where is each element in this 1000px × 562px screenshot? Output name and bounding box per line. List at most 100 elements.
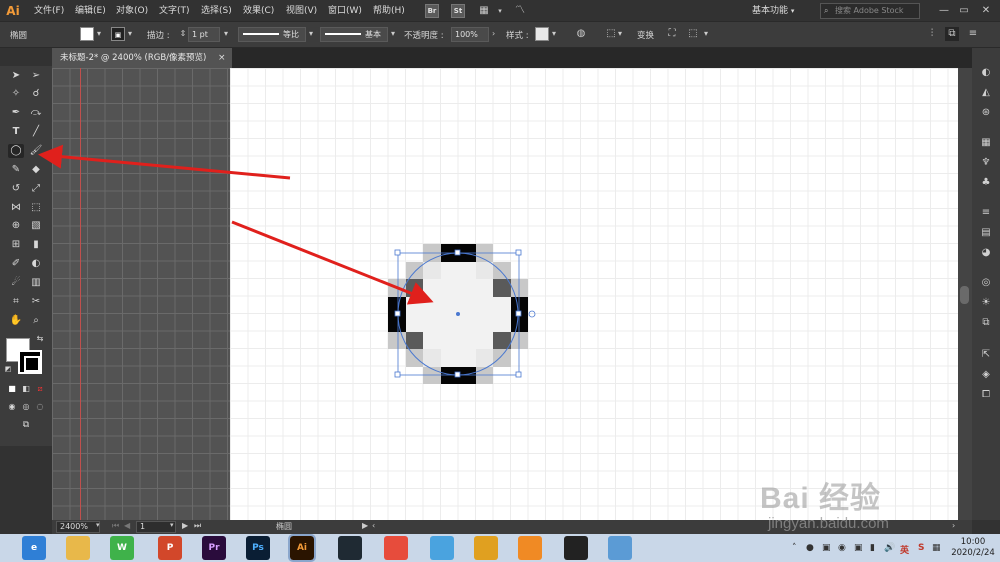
default-colors-icon[interactable]: ◩ — [0, 362, 16, 376]
opacity-field[interactable]: 100% — [451, 27, 489, 42]
chevron-down-icon[interactable]: ▾ — [492, 3, 508, 19]
width-icon[interactable]: ⋈ — [8, 201, 24, 215]
menu-window[interactable]: 窗口(W) — [328, 4, 362, 18]
align-panel-icon[interactable]: ⫶ — [925, 27, 939, 41]
graph-icon[interactable]: ▥ — [28, 276, 44, 290]
screen-mode-icon[interactable]: ⧉ — [18, 418, 34, 432]
sogou-icon[interactable]: S — [918, 543, 924, 553]
workspace-switcher[interactable]: 基本功能 ▾ — [752, 3, 810, 19]
taskbar-app-browser[interactable] — [518, 536, 542, 560]
rotate-icon[interactable]: ↺ — [8, 182, 24, 196]
next-artboard-icon[interactable]: ▶ — [182, 521, 188, 530]
first-artboard-icon[interactable]: ⏮ — [112, 521, 119, 531]
line-icon[interactable]: ╱ — [28, 125, 44, 139]
last-artboard-icon[interactable]: ⏭ — [194, 521, 201, 531]
export-icon[interactable]: ⇱ — [979, 348, 993, 362]
taskbar-app-file-explorer[interactable] — [66, 536, 90, 560]
bridge-button[interactable]: Br — [425, 4, 439, 18]
lasso-icon[interactable]: ☌ — [28, 87, 44, 101]
scrollbar-thumb[interactable] — [960, 286, 969, 304]
graphic-style-swatch[interactable] — [535, 27, 549, 41]
symbols-icon[interactable]: ♣ — [979, 176, 993, 190]
chevron-down-icon[interactable]: ▾ — [224, 29, 228, 38]
taskbar-app-illustrator[interactable]: Ai — [288, 534, 316, 562]
pathfinder-icon[interactable]: ⧉ — [979, 316, 993, 330]
stock-button[interactable]: St — [451, 4, 465, 18]
color-panel-icon[interactable]: ◐ — [979, 66, 993, 80]
direct-selection-icon[interactable]: ➢ — [28, 69, 44, 83]
taskbar-app-photoshop[interactable]: Ps — [246, 536, 270, 560]
chevron-left-icon[interactable]: ‹ — [372, 521, 375, 530]
tray-app2-icon[interactable]: ◉ — [838, 543, 846, 553]
chevron-down-icon[interactable]: ▾ — [391, 29, 395, 38]
brush-definition[interactable]: 基本 — [320, 27, 388, 42]
chevron-down-icon[interactable]: ▾ — [97, 29, 101, 38]
ellipse-icon[interactable]: ◯ — [8, 144, 24, 158]
opacity-label[interactable]: 不透明度 : — [404, 29, 444, 41]
menu-edit[interactable]: 编辑(E) — [75, 4, 106, 18]
eraser-icon[interactable]: ◆ — [28, 163, 44, 177]
prev-artboard-icon[interactable]: ◀ — [124, 521, 130, 530]
stroke-label[interactable]: 描边 : — [147, 29, 170, 41]
transform-button[interactable]: 变换 — [637, 29, 654, 41]
align-selection-icon[interactable]: ⬚ — [604, 27, 618, 41]
symbol-sprayer-icon[interactable]: ☄ — [8, 276, 24, 290]
taskbar-app-edge[interactable]: e — [22, 536, 46, 560]
shaper-icon[interactable]: ✎ — [8, 163, 24, 177]
stroke-color-swatch[interactable]: ▣ — [111, 27, 125, 41]
appearance-icon[interactable]: ◎ — [979, 276, 993, 290]
taskbar-app-premiere[interactable]: Pr — [202, 536, 226, 560]
perspective-icon[interactable]: ▧ — [28, 219, 44, 233]
taskbar-app-tool[interactable] — [384, 536, 408, 560]
artboards-icon[interactable]: ⧠ — [979, 388, 993, 402]
taskbar-app-tool2[interactable] — [430, 536, 454, 560]
shape-builder-icon[interactable]: ⊕ — [8, 219, 24, 233]
pixel-preview-ellipse[interactable] — [388, 244, 528, 384]
zoom-icon[interactable]: ⌕ — [28, 314, 44, 328]
magic-wand-icon[interactable]: ✧ — [8, 87, 24, 101]
ime-indicator[interactable]: 英 — [900, 543, 909, 556]
network-icon[interactable]: ▮ — [870, 543, 875, 553]
recolor-artwork-icon[interactable]: ◍ — [574, 27, 588, 41]
swap-fill-stroke-icon[interactable]: ⇆ — [32, 332, 48, 346]
clock[interactable]: 10:00 2020/2/24 — [948, 537, 998, 559]
tray-app3-icon[interactable]: ▣ — [854, 543, 863, 553]
restore-icon[interactable]: ▭ — [956, 3, 972, 19]
taskbar-app-wechat[interactable]: W — [110, 536, 134, 560]
gradient-icon[interactable]: ▮ — [28, 238, 44, 252]
mesh-icon[interactable]: ⊞ — [8, 238, 24, 252]
chevron-down-icon[interactable]: ▾ — [96, 521, 100, 529]
stroke-panel-icon[interactable]: ≡ — [979, 206, 993, 220]
chevron-down-icon[interactable]: ▾ — [552, 29, 556, 38]
color-guide-icon[interactable]: ◭ — [979, 86, 993, 100]
document-tab[interactable]: 未标题-2* @ 2400% (RGB/像素预览) × — [52, 48, 232, 68]
none-mode-icon[interactable]: ⧄ — [32, 382, 48, 396]
taskbar-app-tool3[interactable] — [608, 536, 632, 560]
close-icon[interactable]: × — [218, 48, 226, 68]
menu-view[interactable]: 视图(V) — [286, 4, 317, 18]
fill-color-swatch[interactable] — [80, 27, 94, 41]
arrange-documents-icon[interactable]: ▦ — [476, 3, 492, 19]
slice-icon[interactable]: ✂ — [28, 295, 44, 309]
chevron-down-icon[interactable]: ▾ — [704, 29, 708, 38]
eyedropper-icon[interactable]: ✐ — [8, 257, 24, 271]
free-transform-icon[interactable]: ⬚ — [28, 201, 44, 215]
brushes-icon[interactable]: ♆ — [979, 156, 993, 170]
qq-tray-icon[interactable]: ● — [806, 543, 814, 553]
chevron-down-icon[interactable]: ▾ — [309, 29, 313, 38]
menu-type[interactable]: 文字(T) — [159, 4, 190, 18]
scale-icon[interactable]: ⤢ — [28, 182, 44, 196]
isolate-icon[interactable]: ⛶ — [665, 27, 679, 41]
tray-app-icon[interactable]: ▣ — [822, 543, 831, 553]
libraries-icon[interactable]: ⊛ — [979, 106, 993, 120]
taskbar-app-chrome[interactable] — [474, 536, 498, 560]
menu-file[interactable]: 文件(F) — [34, 4, 64, 18]
menu-select[interactable]: 选择(S) — [201, 4, 232, 18]
curvature-icon[interactable]: ⤼ — [28, 106, 44, 120]
menu-help[interactable]: 帮助(H) — [373, 4, 405, 18]
panel-toggle-icon[interactable]: ⧉ — [945, 27, 959, 41]
taskbar-app-powerpoint[interactable]: P — [158, 536, 182, 560]
chevron-down-icon[interactable]: ▾ — [618, 29, 622, 38]
tray-app4-icon[interactable]: ▦ — [932, 543, 941, 553]
type-icon[interactable]: T — [8, 125, 24, 139]
